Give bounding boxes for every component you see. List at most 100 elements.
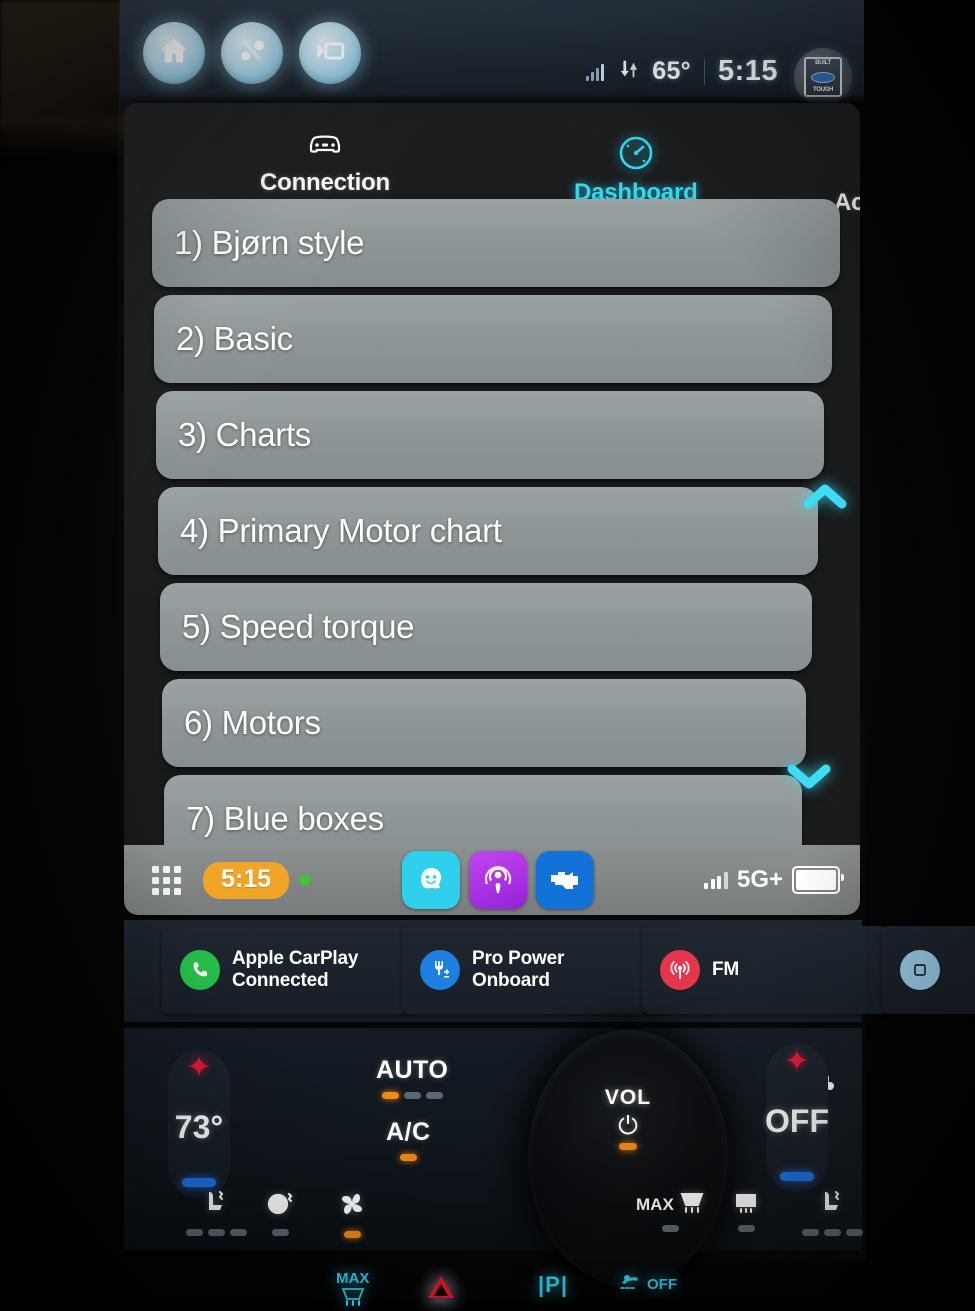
fan-icon: [336, 1190, 368, 1225]
defrost-front-icon: [678, 1190, 706, 1219]
infotainment-screen: 65° 5:15 BUILT TOUGH Connection Dashboar…: [118, 0, 975, 1286]
heated-seat-left-button[interactable]: [186, 1188, 247, 1236]
volume-label: VOL: [604, 1086, 652, 1109]
built-ford-tough-icon[interactable]: BUILT TOUGH: [794, 48, 852, 103]
projection-button[interactable]: [299, 22, 361, 84]
rear-defrost-segments: [737, 1225, 755, 1232]
heated-seat-left-segments: [186, 1229, 247, 1236]
list-item[interactable]: 1) Bjørn style: [152, 199, 840, 287]
car-icon: [305, 123, 345, 163]
cellular-signal-icon: [586, 63, 605, 81]
list-item[interactable]: 5) Speed torque: [160, 583, 812, 671]
passenger-temperature-control[interactable]: ✦ OFF: [765, 1044, 829, 1192]
data-transfer-icon: [617, 58, 639, 85]
plus-icon[interactable]: ✦: [186, 1053, 211, 1083]
status-cluster: 65° 5:15: [586, 55, 778, 88]
list-item-label: 1) Bjørn style: [174, 224, 365, 261]
cellular-signal-icon: [704, 871, 728, 889]
heated-steering-wheel-button[interactable]: [264, 1190, 296, 1236]
list-item-label: 4) Primary Motor chart: [180, 512, 502, 549]
podcasts-icon[interactable]: [469, 851, 527, 909]
list-item-label: 5) Speed torque: [182, 608, 415, 645]
projection-camera-icon: [313, 34, 347, 73]
hw-hazard-button[interactable]: [428, 1276, 454, 1298]
traction-control-icon: [618, 1272, 644, 1296]
steering-wheel-icon: [264, 1190, 296, 1223]
hw-max-defrost-button[interactable]: MAX: [336, 1270, 369, 1311]
dock-clock: 5:15: [203, 861, 290, 899]
list-item[interactable]: 3) Charts: [156, 391, 824, 479]
auto-climate-button[interactable]: AUTO: [376, 1056, 448, 1099]
heated-seat-icon: [200, 1188, 234, 1223]
dock-app-list: [402, 851, 594, 909]
tab-connection[interactable]: Connection: [260, 123, 390, 197]
broadcast-icon: [660, 950, 700, 990]
carplay-surface: Connection Dashboard Acceleration: [124, 103, 860, 915]
passenger-temperature-value: OFF: [765, 1103, 829, 1139]
card-title: FM: [712, 959, 740, 981]
list-item-label: 3) Charts: [178, 416, 312, 453]
auto-fan-segments: [381, 1092, 443, 1099]
max-label: MAX: [336, 1270, 370, 1287]
max-defrost-segments: [662, 1225, 680, 1232]
battery-full-icon: [792, 866, 844, 894]
fan-speed-segments: [343, 1231, 361, 1238]
list-item-label: 2) Basic: [176, 320, 293, 357]
max-defrost-button[interactable]: MAX: [636, 1190, 706, 1232]
card-pro-power-onboard[interactable]: Pro Power Onboard: [402, 926, 648, 1014]
ac-button[interactable]: A/C: [386, 1118, 431, 1161]
climate-shortcut-row: MAX: [124, 1178, 863, 1250]
power-icon[interactable]: ⏻: [618, 1114, 638, 1139]
network-label: 5G+: [736, 866, 783, 893]
outside-temperature: 65°: [652, 57, 691, 85]
hw-traction-control-button[interactable]: OFF: [618, 1272, 677, 1296]
engine-icon[interactable]: [536, 851, 594, 909]
volume-indicator: [619, 1143, 637, 1150]
power-outlet-icon: [420, 950, 460, 990]
apps-connect-button[interactable]: [221, 22, 283, 84]
plus-icon[interactable]: ✦: [784, 1047, 809, 1077]
rear-defrost-button[interactable]: [732, 1190, 760, 1232]
fan-speed-button[interactable]: [336, 1190, 368, 1238]
card-subtitle: Onboard: [472, 970, 550, 991]
card-text: Pro Power Onboard: [472, 948, 564, 991]
heated-seat-icon: [816, 1188, 850, 1223]
hazard-triangle-icon: [428, 1276, 454, 1298]
list-item[interactable]: 4) Primary Motor chart: [158, 487, 818, 575]
list-item[interactable]: 2) Basic: [154, 295, 832, 383]
scroll-down-button[interactable]: [786, 761, 832, 791]
app-grid-icon[interactable]: [152, 865, 181, 895]
dock-status: 5G+: [704, 866, 844, 894]
heated-seat-right-segments: [802, 1229, 863, 1236]
heated-seat-right-button[interactable]: [802, 1188, 863, 1236]
card-title: Apple CarPlay: [232, 948, 359, 970]
traction-off-label: OFF: [647, 1275, 677, 1293]
home-button[interactable]: [143, 22, 205, 84]
heated-steering-wheel-segments: [271, 1229, 289, 1236]
defrost-front-icon: [340, 1287, 366, 1311]
status-divider: [703, 58, 705, 85]
driver-temperature-control[interactable]: ✦ 73°: [168, 1050, 230, 1198]
card-subtitle: Connected: [232, 970, 329, 991]
ac-label: A/C: [386, 1118, 431, 1146]
card-fm-radio[interactable]: FM: [642, 926, 888, 1014]
card-next-partial[interactable]: [882, 926, 975, 1014]
max-defrost-row: MAX: [636, 1190, 706, 1219]
card-title: Pro Power: [472, 948, 565, 970]
gauge-icon: [618, 133, 654, 173]
card-text: Apple CarPlay Connected: [232, 948, 358, 991]
scroll-up-button[interactable]: [802, 481, 848, 511]
park-brake-icon: |P|: [538, 1272, 568, 1297]
card-apple-carplay[interactable]: Apple CarPlay Connected: [162, 926, 408, 1014]
ac-indicator: [399, 1154, 417, 1161]
waze-icon[interactable]: [402, 851, 460, 909]
chevron-up-icon: [802, 484, 848, 515]
chevron-down-icon: [786, 764, 832, 795]
auto-label: AUTO: [376, 1056, 449, 1084]
defrost-rear-icon: [732, 1190, 760, 1219]
obd-dashboard-app: Connection Dashboard Acceleration: [124, 103, 860, 863]
hardware-button-row: MAX |P| OFF: [0, 1262, 975, 1306]
list-item[interactable]: 6) Motors: [162, 679, 806, 767]
hw-parking-brake-button[interactable]: |P|: [538, 1272, 568, 1298]
sync-status-bar: 65° 5:15 BUILT TOUGH: [120, 0, 864, 103]
